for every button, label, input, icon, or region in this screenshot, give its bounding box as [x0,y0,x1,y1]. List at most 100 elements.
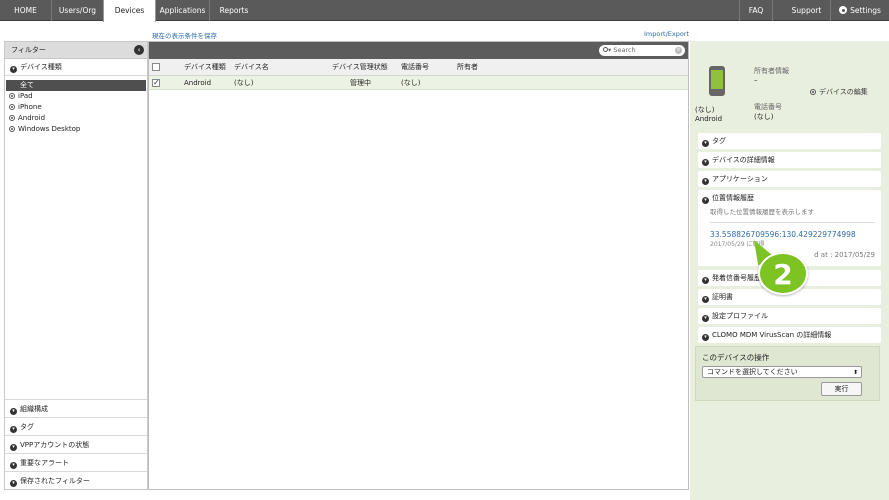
section-label: 重要なアラート [20,459,69,467]
nav-settings[interactable]: Settings [835,0,885,21]
col-device-type[interactable]: デバイス種類 [184,59,226,76]
col-device-name[interactable]: デバイス名 [234,59,269,76]
step-callout: 2 [758,252,808,295]
nav-tab-home[interactable]: HOME [0,0,52,21]
section-applications[interactable]: ▾ アプリケーション [698,171,881,187]
nav-tab-applications[interactable]: Applications [156,0,210,21]
section-label: タグ [712,137,726,145]
filter-title: フィルター [11,46,46,54]
nav-faq[interactable]: FAQ [739,0,773,21]
filter-item-ipad[interactable]: iPad [5,91,147,102]
section-virusscan[interactable]: ▾ CLOMO MDM VirusScan の詳細情報 [698,327,881,343]
select-all-checkbox[interactable] [152,63,160,71]
chevron-down-icon: ▾ [702,159,709,166]
save-filter-link[interactable]: 現在の表示条件を保存 [152,30,217,40]
phone-label: 電話番号 [754,103,782,111]
chevron-down-icon: ▾ [10,408,17,415]
nav-settings-label: Settings [850,6,881,15]
location-header[interactable]: ▾ 位置情報履歴 [702,190,881,206]
radio-icon [9,126,15,132]
location-desc: 取得した位置情報履歴を表示します [710,208,814,216]
chevron-down-icon: ▾ [10,444,17,451]
section-label: タグ [20,423,34,431]
filter-item-android[interactable]: Android [5,113,147,124]
chevron-down-icon: ▾ [702,315,709,322]
edit-device-link[interactable]: デバイスの編集 [810,87,868,97]
device-type-list: 全て iPad iPhone Android Windows Desktop [5,76,147,135]
chevron-down-icon: ▾ [702,140,709,147]
filter-section-device-type[interactable]: ▾ デバイス種類 [5,59,147,76]
run-button[interactable]: 実行 [821,382,862,396]
table-row[interactable]: Android (なし) 管理中 (なし) [149,76,688,90]
filter-section-saved[interactable]: ▾ 保存されたフィルター [5,471,147,489]
chevron-down-icon: ▾ [702,277,709,284]
chevron-down-icon: ▾ [10,480,17,487]
device-table-panel: ▾ Search × デバイス種類 デバイス名 デバイス管理状態 電話番号 所有… [148,41,689,490]
radio-icon [9,104,15,110]
filter-item-iphone[interactable]: iPhone [5,102,147,113]
filter-section-org[interactable]: ▾ 組織構成 [5,399,147,417]
filter-section-tag[interactable]: ▾ タグ [5,417,147,435]
chevron-down-icon: ▾ [702,197,709,204]
section-tag[interactable]: ▾ タグ [698,133,881,149]
operations-title: このデバイスの操作 [702,353,770,362]
filter-item-windows[interactable]: Windows Desktop [5,124,147,135]
radio-icon [9,93,15,99]
section-label: アプリケーション [712,175,768,183]
search-input[interactable]: ▾ Search × [599,45,685,56]
table-header: デバイス種類 デバイス名 デバイス管理状態 電話番号 所有者 [149,59,688,76]
filter-panel: フィルター ‹ ▾ デバイス種類 全て iPad iPhone Android W… [4,41,148,490]
cell-device-name: (なし) [234,79,254,87]
command-select[interactable]: コマンドを選択してください ⬍ [702,366,862,378]
gear-icon [839,6,848,14]
device-name: (なし) [695,106,715,114]
filter-section-vpp[interactable]: ▾ VPPアカウントの状態 [5,435,147,453]
filter-header: フィルター ‹ [5,42,147,59]
cell-device-type: Android [184,79,212,87]
radio-icon [9,115,15,121]
filter-label: Windows Desktop [18,125,81,133]
cell-status: 管理中 [350,79,371,87]
col-owner[interactable]: 所有者 [457,59,478,76]
section-label: 証明書 [712,293,733,301]
search-placeholder: Search [613,46,636,54]
nav-tab-reports[interactable]: Reports [210,0,258,21]
col-status[interactable]: デバイス管理状態 [332,59,388,76]
owner-value: – [754,76,758,84]
filter-label: iPhone [18,103,42,111]
row-checkbox[interactable] [152,76,160,90]
section-device-details[interactable]: ▾ デバイスの詳細情報 [698,152,881,168]
chevron-down-icon: ▾ [702,178,709,185]
collapse-icon[interactable]: ‹ [134,45,144,55]
location-coords[interactable]: 33.558826709596:130.429229774998 [702,230,881,239]
device-operations: このデバイスの操作 コマンドを選択してください ⬍ 実行 [695,346,880,401]
select-arrows-icon: ⬍ [852,369,858,376]
section-label: 組織構成 [20,405,48,413]
chevron-down-icon: ▾ [10,66,17,73]
radio-icon [810,89,816,95]
section-label: 位置情報履歴 [712,194,754,202]
section-profiles[interactable]: ▾ 設定プロファイル [698,308,881,324]
nav-support[interactable]: Support [783,0,831,21]
nav-tab-devices[interactable]: Devices [103,0,156,22]
phone-value: (なし) [754,113,774,121]
import-export-link[interactable]: Import/Export [644,30,689,38]
nav-tab-users-org[interactable]: Users/Org [52,0,104,21]
col-phone[interactable]: 電話番号 [401,59,429,76]
owner-label: 所有者情報 [754,67,789,75]
section-label: 設定プロファイル [712,312,768,320]
chevron-down-icon: ▾ [10,426,17,433]
android-phone-icon [709,66,725,96]
top-nav: HOME Users/Org Devices Applications Repo… [0,0,889,22]
filter-section-alert[interactable]: ▾ 重要なアラート [5,453,147,471]
section-label: デバイス種類 [20,63,62,71]
filter-item-all[interactable]: 全て [6,80,146,91]
command-select-value: コマンドを選択してください [707,368,798,376]
section-label: CLOMO MDM VirusScan の詳細情報 [712,331,832,339]
location-date: 2017/05/29 に取得 [710,241,765,248]
search-bar: ▾ Search × [149,42,688,59]
device-type: Android [695,115,723,123]
section-label: VPPアカウントの状態 [20,441,90,449]
section-label: 発着信番号履歴 [712,274,761,282]
clear-icon[interactable]: × [675,47,682,54]
